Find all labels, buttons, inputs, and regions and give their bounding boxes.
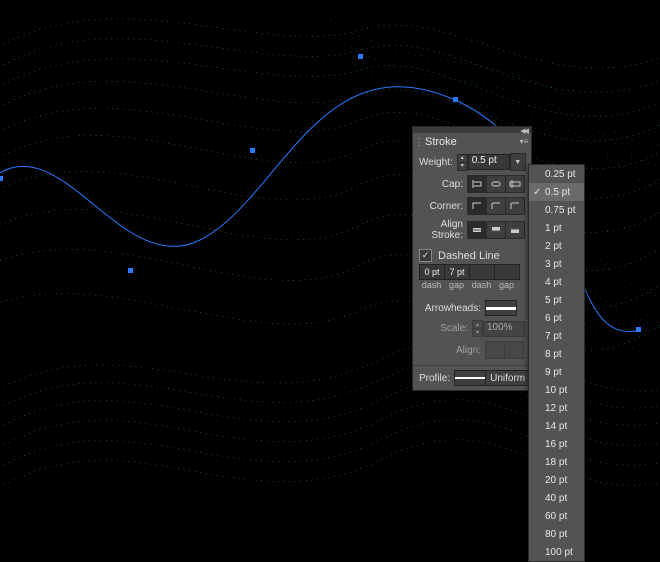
weight-option[interactable]: 14 pt xyxy=(529,417,584,435)
scale-label: Scale: xyxy=(419,323,472,334)
align-arrow-label: Align: xyxy=(419,345,485,356)
dashed-line-label: Dashed Line xyxy=(438,250,500,262)
weight-option[interactable]: 40 pt xyxy=(529,489,584,507)
panel-menu-icon[interactable]: ▾≡ xyxy=(517,138,531,146)
gap-input-2[interactable] xyxy=(495,264,520,280)
corner-label: Corner: xyxy=(419,201,467,212)
weight-dropdown-list[interactable]: 0.25 pt0.5 pt0.75 pt1 pt2 pt3 pt4 pt5 pt… xyxy=(528,164,585,562)
cap-label: Cap: xyxy=(419,179,467,190)
align-center-button[interactable] xyxy=(467,221,487,239)
dash-input-2[interactable] xyxy=(470,264,495,280)
panel-title: Stroke xyxy=(425,136,517,148)
profile-preview[interactable] xyxy=(454,370,486,386)
dash-sublabel-3: dash xyxy=(469,280,494,290)
dashed-line-checkbox[interactable]: ✓ xyxy=(419,249,432,262)
weight-option[interactable]: 80 pt xyxy=(529,525,584,543)
scale-stepper: ▴▾ xyxy=(472,320,483,337)
gap-input-1[interactable]: 7 pt xyxy=(445,264,470,280)
profile-label: Profile: xyxy=(419,373,454,384)
weight-label: Weight: xyxy=(419,157,457,168)
corner-miter-button[interactable] xyxy=(467,197,487,215)
weight-option[interactable]: 3 pt xyxy=(529,255,584,273)
profile-value[interactable]: Uniform xyxy=(486,370,530,386)
panel-tabbar[interactable]: ◀◀ xyxy=(413,127,531,133)
align-inside-button[interactable] xyxy=(487,221,506,239)
weight-option[interactable]: 0.5 pt xyxy=(529,183,584,201)
cap-round-button[interactable] xyxy=(487,175,506,193)
weight-option[interactable]: 5 pt xyxy=(529,291,584,309)
weight-option[interactable]: 10 pt xyxy=(529,381,584,399)
weight-option[interactable]: 4 pt xyxy=(529,273,584,291)
arrow-align-end-button xyxy=(505,341,524,359)
align-stroke-label: Align Stroke: xyxy=(419,219,467,241)
cap-butt-button[interactable] xyxy=(467,175,487,193)
corner-round-button[interactable] xyxy=(487,197,506,215)
weight-option[interactable]: 60 pt xyxy=(529,507,584,525)
corner-bevel-button[interactable] xyxy=(506,197,525,215)
align-outside-button[interactable] xyxy=(506,221,525,239)
weight-option[interactable]: 20 pt xyxy=(529,471,584,489)
weight-option[interactable]: 8 pt xyxy=(529,345,584,363)
arrowheads-label: Arrowheads: xyxy=(419,303,485,314)
arrowhead-start-select[interactable] xyxy=(485,300,517,316)
weight-dropdown-button[interactable]: ▼ xyxy=(510,153,526,171)
weight-input[interactable]: 0.5 pt xyxy=(468,154,510,170)
cap-projecting-button[interactable] xyxy=(506,175,525,193)
weight-option[interactable]: 1 pt xyxy=(529,219,584,237)
dash-sublabel-2: gap xyxy=(444,280,469,290)
weight-option[interactable]: 12 pt xyxy=(529,399,584,417)
dash-sublabel-4: gap xyxy=(494,280,519,290)
weight-option[interactable]: 7 pt xyxy=(529,327,584,345)
weight-option[interactable]: 0.25 pt xyxy=(529,165,584,183)
stroke-panel: ◀◀ ⋮ Stroke ▾≡ Weight: ▴▾ 0.5 pt ▼ Cap: … xyxy=(412,126,532,391)
weight-option[interactable]: 18 pt xyxy=(529,453,584,471)
dash-input-1[interactable]: 0 pt xyxy=(419,264,445,280)
dash-sublabel-1: dash xyxy=(419,280,444,290)
arrow-align-tip-button xyxy=(485,341,505,359)
panel-grip-icon[interactable]: ⋮ xyxy=(413,137,425,148)
weight-stepper[interactable]: ▴▾ xyxy=(457,154,468,171)
weight-option[interactable]: 100 pt xyxy=(529,543,584,561)
weight-option[interactable]: 9 pt xyxy=(529,363,584,381)
weight-option[interactable]: 16 pt xyxy=(529,435,584,453)
scale-input: 100% xyxy=(483,321,525,337)
weight-option[interactable]: 0.75 pt xyxy=(529,201,584,219)
weight-option[interactable]: 2 pt xyxy=(529,237,584,255)
weight-option[interactable]: 6 pt xyxy=(529,309,584,327)
